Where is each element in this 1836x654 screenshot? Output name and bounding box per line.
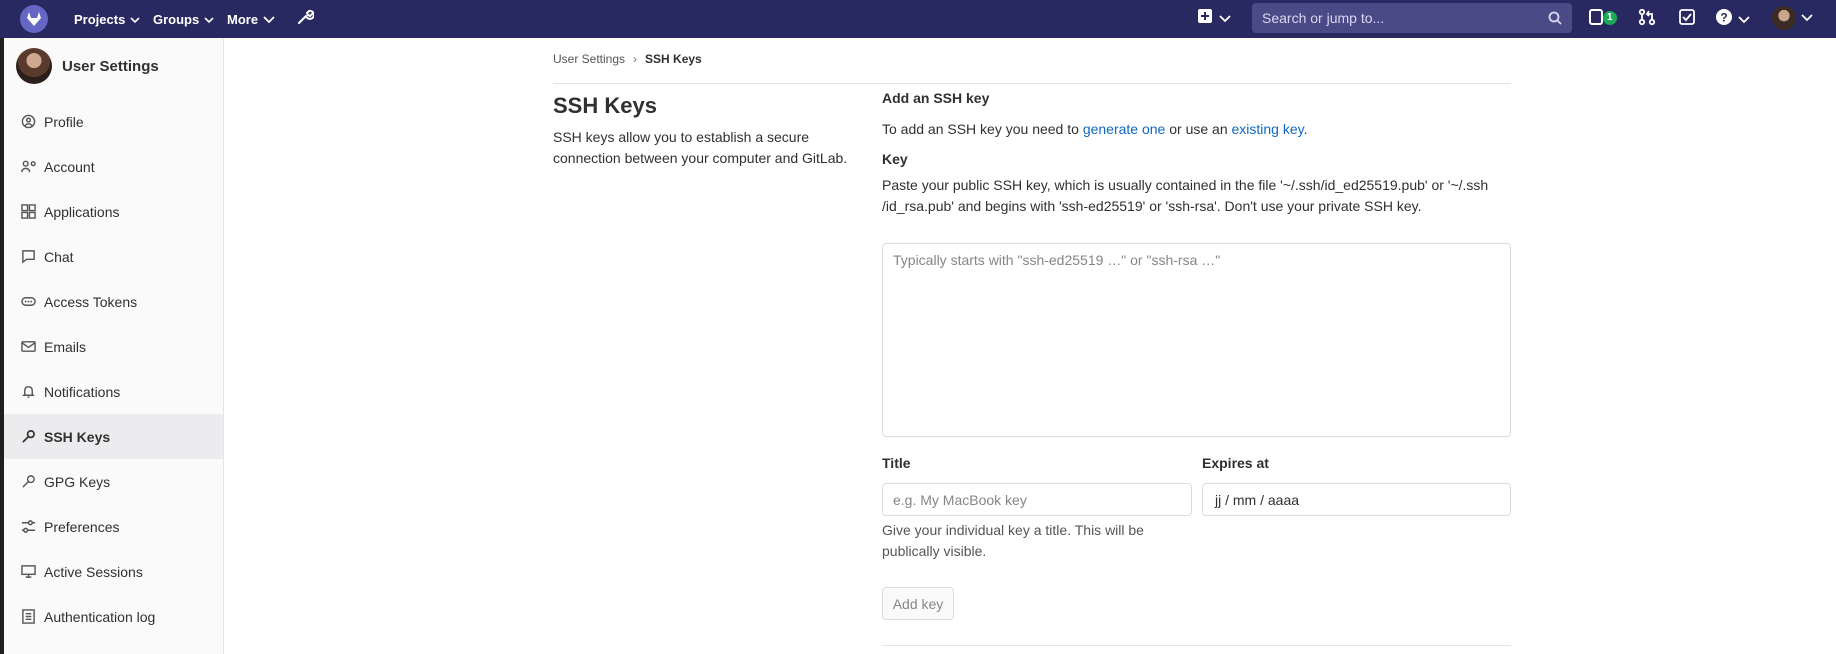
breadcrumb: User Settings › SSH Keys <box>553 52 702 66</box>
search-icon <box>1548 11 1562 28</box>
add-ssh-key-form: Add an SSH key To add an SSH key you nee… <box>882 90 1511 217</box>
sidebar-item-active-sessions[interactable]: Active Sessions <box>0 549 223 594</box>
nav-groups[interactable]: Groups <box>153 0 214 38</box>
page-description: SSH keys allow you to establish a secure… <box>553 129 848 166</box>
avatar <box>16 48 52 84</box>
nav-more-label: More <box>227 11 259 27</box>
generate-key-link[interactable]: generate one <box>1083 121 1166 137</box>
breadcrumb-current[interactable]: SSH Keys <box>645 52 702 66</box>
issues-icon[interactable] <box>1589 8 1603 29</box>
search-placeholder: Search or jump to... <box>1262 10 1385 26</box>
key-icon <box>20 429 36 445</box>
sidebar-item-label: SSH Keys <box>44 428 111 445</box>
sidebar-item-notifications[interactable]: Notifications <box>0 369 223 414</box>
sidebar-item-ssh-keys[interactable]: SSH Keys <box>0 414 223 459</box>
chevron-down-icon <box>263 12 275 27</box>
monitor-icon <box>20 564 36 580</box>
title-help-text: Give your individual key a title. This w… <box>882 522 1144 559</box>
plus-square-icon <box>1197 8 1213 27</box>
sidebar-item-label: Chat <box>44 248 74 265</box>
sidebar-item-label: Active Sessions <box>44 563 143 580</box>
sidebar-item-label: Authentication log <box>44 608 156 625</box>
help-icon: ? <box>1715 8 1733 29</box>
chevron-right-icon: › <box>633 52 638 66</box>
sidebar-item-preferences[interactable]: Preferences <box>0 504 223 549</box>
sidebar-item-access-tokens[interactable]: Access Tokens <box>0 279 223 324</box>
expires-date-value: jj / mm / aaaa <box>1215 491 1300 508</box>
new-dropdown-button[interactable] <box>1197 8 1231 27</box>
wrench-icon[interactable] <box>296 8 315 29</box>
sidebar-item-label: Emails <box>44 338 87 355</box>
merge-request-icon[interactable] <box>1638 8 1656 29</box>
sidebar-item-applications[interactable]: Applications <box>0 189 223 234</box>
sidebar-item-gpg-keys[interactable]: GPG Keys <box>0 459 223 504</box>
add-key-button[interactable]: Add key <box>882 587 954 620</box>
applications-icon <box>20 204 36 220</box>
mail-icon <box>20 339 36 355</box>
sidebar-item-label: Access Tokens <box>44 293 138 310</box>
expires-label: Expires at <box>1202 455 1269 471</box>
search-input[interactable]: Search or jump to... <box>1252 3 1572 33</box>
account-icon <box>20 159 36 175</box>
chevron-down-icon <box>130 12 140 27</box>
sidebar-item-account[interactable]: Account <box>0 144 223 189</box>
log-icon <box>20 609 36 625</box>
sidebar-item-label: GPG Keys <box>44 473 111 490</box>
nav-projects-label: Projects <box>74 11 126 27</box>
sidebar-title: User Settings <box>62 57 159 75</box>
svg-text:?: ? <box>1720 11 1727 25</box>
top-navbar: Projects Groups More Search or jump to..… <box>0 0 1836 38</box>
key-icon <box>20 474 36 490</box>
form-heading: Add an SSH key <box>882 90 990 106</box>
title-input[interactable] <box>882 483 1192 516</box>
key-label: Key <box>882 151 908 167</box>
breadcrumb-parent[interactable]: User Settings <box>553 52 625 66</box>
existing-key-link[interactable]: existing key <box>1232 121 1304 137</box>
sidebar-header[interactable]: User Settings <box>16 48 159 84</box>
profile-icon <box>20 114 36 130</box>
sidebar-item-emails[interactable]: Emails <box>0 324 223 369</box>
divider <box>553 83 1511 84</box>
chat-icon <box>20 249 36 265</box>
window-edge <box>0 38 4 654</box>
bell-icon <box>20 384 36 400</box>
todo-icon[interactable] <box>1679 8 1695 29</box>
sidebar-nav: Profile Account Applications Chat Access… <box>0 99 223 639</box>
sidebar-item-label: Preferences <box>44 518 120 535</box>
sidebar-item-label: Applications <box>44 203 120 220</box>
form-intro: To add an SSH key you need to generate o… <box>882 119 1511 139</box>
expires-date-input[interactable]: jj / mm / aaaa <box>1202 483 1511 516</box>
divider <box>882 645 1511 646</box>
sidebar-item-authentication-log[interactable]: Authentication log <box>0 594 223 639</box>
nav-more[interactable]: More <box>227 0 275 38</box>
intro-text: To add an SSH key you need to <box>882 121 1079 137</box>
sidebar-item-label: Notifications <box>44 383 121 400</box>
chevron-down-icon[interactable] <box>1801 8 1813 29</box>
token-icon <box>20 294 36 310</box>
sidebar-item-label: Profile <box>44 113 84 130</box>
chevron-down-icon <box>1219 10 1231 26</box>
key-help-text: Paste your public SSH key, which is usua… <box>882 177 1489 214</box>
intro-period: . <box>1303 121 1308 137</box>
gitlab-logo-icon[interactable] <box>20 5 48 33</box>
settings-sidebar: User Settings Profile Account Applicatio… <box>0 38 224 654</box>
key-textarea[interactable] <box>882 243 1511 437</box>
todo-count-badge: 1 <box>1603 11 1617 25</box>
nav-projects[interactable]: Projects <box>74 0 140 38</box>
preferences-icon <box>20 519 36 535</box>
nav-groups-label: Groups <box>153 11 200 27</box>
sidebar-item-chat[interactable]: Chat <box>0 234 223 279</box>
chevron-down-icon <box>1738 11 1750 27</box>
chevron-down-icon <box>204 12 214 27</box>
sidebar-item-profile[interactable]: Profile <box>0 99 223 144</box>
title-label: Title <box>882 455 911 471</box>
sidebar-item-label: Account <box>44 158 95 175</box>
user-avatar[interactable] <box>1772 6 1796 30</box>
page-title: SSH Keys <box>553 93 657 118</box>
intro-text: or use an <box>1169 121 1228 137</box>
help-dropdown[interactable]: ? <box>1715 8 1750 29</box>
